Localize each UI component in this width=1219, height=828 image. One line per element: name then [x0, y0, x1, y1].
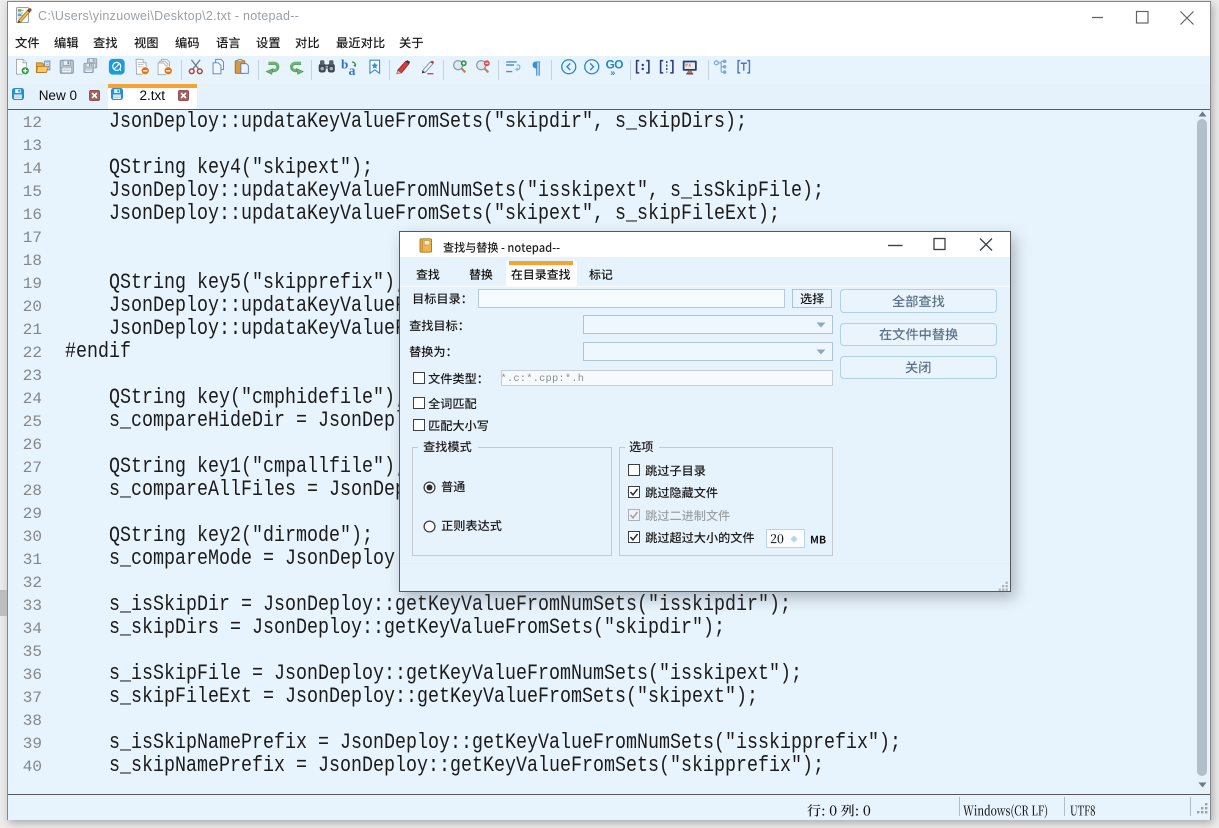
svg-text:¶: ¶: [531, 58, 540, 76]
svg-text:»: »: [610, 68, 615, 76]
svg-text:b: b: [341, 58, 348, 72]
